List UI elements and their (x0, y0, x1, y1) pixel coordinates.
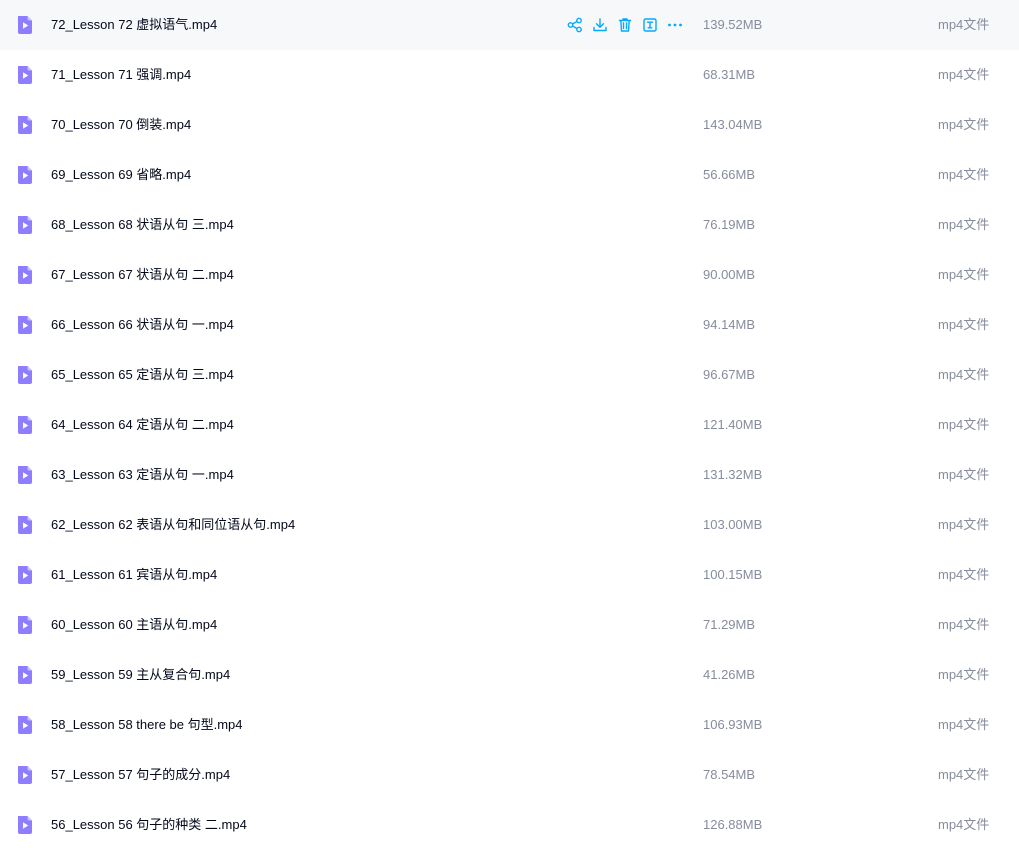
file-type: mp4文件 (938, 617, 990, 632)
file-type: mp4文件 (938, 217, 990, 232)
file-size: 131.32MB (703, 467, 763, 482)
video-file-icon (15, 315, 35, 335)
file-size: 68.31MB (703, 67, 756, 82)
file-name[interactable]: 65_Lesson 65 定语从句 三.mp4 (51, 350, 234, 400)
video-file-icon (15, 515, 35, 535)
file-size: 121.40MB (703, 417, 763, 432)
file-row[interactable]: 63_Lesson 63 定语从句 一.mp4 131.32MB mp4文件 (0, 450, 1019, 500)
file-name[interactable]: 69_Lesson 69 省略.mp4 (51, 150, 191, 200)
file-row[interactable]: 60_Lesson 60 主语从句.mp4 71.29MB mp4文件 (0, 600, 1019, 650)
file-name[interactable]: 62_Lesson 62 表语从句和同位语从句.mp4 (51, 500, 295, 550)
file-row[interactable]: 68_Lesson 68 状语从句 三.mp4 76.19MB mp4文件 (0, 200, 1019, 250)
file-row[interactable]: 65_Lesson 65 定语从句 三.mp4 96.67MB mp4文件 (0, 350, 1019, 400)
file-type: mp4文件 (938, 517, 990, 532)
file-name[interactable]: 63_Lesson 63 定语从句 一.mp4 (51, 450, 234, 500)
file-name[interactable]: 70_Lesson 70 倒装.mp4 (51, 100, 191, 150)
file-size: 90.00MB (703, 267, 756, 282)
file-row[interactable]: 57_Lesson 57 句子的成分.mp4 78.54MB mp4文件 (0, 750, 1019, 800)
file-list: 72_Lesson 72 虚拟语气.mp4 139.52MB mp4文件 71_… (0, 0, 1019, 850)
video-file-icon (15, 815, 35, 835)
file-row[interactable]: 64_Lesson 64 定语从句 二.mp4 121.40MB mp4文件 (0, 400, 1019, 450)
file-type: mp4文件 (938, 767, 990, 782)
video-file-icon (15, 165, 35, 185)
file-name[interactable]: 64_Lesson 64 定语从句 二.mp4 (51, 400, 234, 450)
file-type: mp4文件 (938, 17, 990, 32)
file-row[interactable]: 62_Lesson 62 表语从句和同位语从句.mp4 103.00MB mp4… (0, 500, 1019, 550)
file-name[interactable]: 66_Lesson 66 状语从句 一.mp4 (51, 300, 234, 350)
video-file-icon (15, 665, 35, 685)
file-name[interactable]: 60_Lesson 60 主语从句.mp4 (51, 600, 217, 650)
file-name[interactable]: 71_Lesson 71 强调.mp4 (51, 50, 191, 100)
file-row[interactable]: 70_Lesson 70 倒装.mp4 143.04MB mp4文件 (0, 100, 1019, 150)
file-name[interactable]: 61_Lesson 61 宾语从句.mp4 (51, 550, 217, 600)
file-name[interactable]: 72_Lesson 72 虚拟语气.mp4 (51, 0, 217, 50)
share-icon[interactable] (566, 16, 584, 34)
video-file-icon (15, 715, 35, 735)
file-size: 143.04MB (703, 117, 763, 132)
file-size: 103.00MB (703, 517, 763, 532)
file-name[interactable]: 58_Lesson 58 there be 句型.mp4 (51, 700, 243, 750)
file-type: mp4文件 (938, 317, 990, 332)
rename-icon[interactable] (641, 16, 659, 34)
file-name[interactable]: 59_Lesson 59 主从复合句.mp4 (51, 650, 230, 700)
file-row[interactable]: 72_Lesson 72 虚拟语气.mp4 139.52MB mp4文件 (0, 0, 1019, 50)
file-type: mp4文件 (938, 567, 990, 582)
file-type: mp4文件 (938, 817, 990, 832)
file-size: 41.26MB (703, 667, 756, 682)
file-type: mp4文件 (938, 117, 990, 132)
video-file-icon (15, 565, 35, 585)
file-type: mp4文件 (938, 367, 990, 382)
file-name[interactable]: 68_Lesson 68 状语从句 三.mp4 (51, 200, 234, 250)
file-size: 126.88MB (703, 817, 763, 832)
file-size: 78.54MB (703, 767, 756, 782)
file-size: 71.29MB (703, 617, 756, 632)
file-size: 106.93MB (703, 717, 763, 732)
file-size: 56.66MB (703, 167, 756, 182)
file-name[interactable]: 67_Lesson 67 状语从句 二.mp4 (51, 250, 234, 300)
download-icon[interactable] (591, 16, 609, 34)
video-file-icon (15, 115, 35, 135)
file-row[interactable]: 66_Lesson 66 状语从句 一.mp4 94.14MB mp4文件 (0, 300, 1019, 350)
video-file-icon (15, 15, 35, 35)
more-icon[interactable] (666, 16, 684, 34)
video-file-icon (15, 215, 35, 235)
file-type: mp4文件 (938, 67, 990, 82)
file-row[interactable]: 56_Lesson 56 句子的种类 二.mp4 126.88MB mp4文件 (0, 800, 1019, 850)
file-row[interactable]: 71_Lesson 71 强调.mp4 68.31MB mp4文件 (0, 50, 1019, 100)
file-type: mp4文件 (938, 717, 990, 732)
file-type: mp4文件 (938, 667, 990, 682)
file-size: 96.67MB (703, 367, 756, 382)
file-size: 100.15MB (703, 567, 763, 582)
video-file-icon (15, 365, 35, 385)
file-row[interactable]: 67_Lesson 67 状语从句 二.mp4 90.00MB mp4文件 (0, 250, 1019, 300)
file-name[interactable]: 57_Lesson 57 句子的成分.mp4 (51, 750, 230, 800)
file-row[interactable]: 61_Lesson 61 宾语从句.mp4 100.15MB mp4文件 (0, 550, 1019, 600)
file-type: mp4文件 (938, 417, 990, 432)
file-type: mp4文件 (938, 467, 990, 482)
video-file-icon (15, 65, 35, 85)
video-file-icon (15, 265, 35, 285)
file-row[interactable]: 59_Lesson 59 主从复合句.mp4 41.26MB mp4文件 (0, 650, 1019, 700)
file-row[interactable]: 58_Lesson 58 there be 句型.mp4 106.93MB mp… (0, 700, 1019, 750)
video-file-icon (15, 615, 35, 635)
file-type: mp4文件 (938, 267, 990, 282)
video-file-icon (15, 465, 35, 485)
file-row[interactable]: 69_Lesson 69 省略.mp4 56.66MB mp4文件 (0, 150, 1019, 200)
video-file-icon (15, 765, 35, 785)
file-name[interactable]: 56_Lesson 56 句子的种类 二.mp4 (51, 800, 247, 850)
file-size: 139.52MB (703, 17, 763, 32)
video-file-icon (15, 415, 35, 435)
file-type: mp4文件 (938, 167, 990, 182)
file-size: 94.14MB (703, 317, 756, 332)
delete-icon[interactable] (616, 16, 634, 34)
file-size: 76.19MB (703, 217, 756, 232)
